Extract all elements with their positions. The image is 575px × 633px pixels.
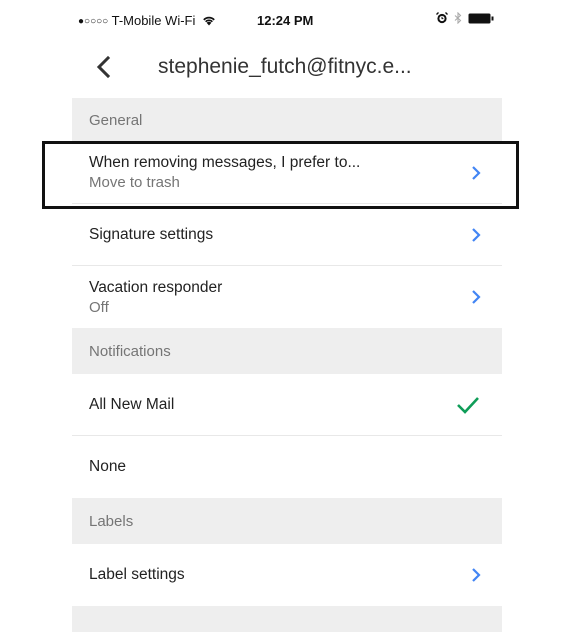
chevron-right-icon — [472, 227, 481, 242]
alarm-icon — [436, 12, 448, 24]
row-secondary-text: Move to trash — [89, 174, 180, 191]
row-secondary-text: Off — [89, 298, 109, 316]
chevron-right-icon — [472, 165, 481, 180]
section-header-general: General — [72, 98, 502, 142]
label-settings-row[interactable]: Label settings — [72, 544, 502, 606]
row-primary-text: All New Mail — [89, 395, 175, 413]
row-primary-text: None — [89, 458, 127, 475]
notification-option-none[interactable]: None — [72, 436, 502, 498]
signature-settings-row[interactable]: Signature settings — [72, 204, 502, 266]
wifi-icon — [203, 16, 215, 26]
checkmark-icon — [457, 396, 479, 414]
battery-icon — [468, 13, 494, 23]
removing-messages-setting[interactable]: When removing messages, I prefer to... M… — [72, 142, 502, 204]
vacation-responder-row[interactable]: Vacation responder Off — [72, 266, 502, 328]
section-footer — [72, 606, 502, 632]
chevron-right-icon — [472, 568, 481, 582]
section-header-notifications: Notifications — [72, 328, 502, 374]
notification-option-all-new-mail[interactable]: All New Mail — [72, 374, 502, 436]
bluetooth-icon — [454, 12, 462, 24]
page-title: stephenie_futch@fitnyc.e... — [158, 55, 412, 78]
row-primary-text: Vacation responder — [89, 278, 223, 296]
row-primary-text: Label settings — [89, 566, 185, 583]
status-bar: ●○○○○ T-Mobile Wi-Fi 12:24 PM — [72, 0, 502, 42]
settings-list: General When removing messages, I prefer… — [72, 98, 502, 632]
signal-strength: ●○○○○ — [78, 16, 109, 27]
back-arrow-icon[interactable] — [92, 54, 118, 80]
clock: 12:24 PM — [257, 13, 314, 28]
row-primary-text: Signature settings — [89, 225, 214, 243]
row-primary-text: When removing messages, I prefer to... — [89, 154, 361, 171]
chevron-right-icon — [472, 290, 481, 304]
status-icons — [436, 12, 494, 24]
section-header-labels: Labels — [72, 498, 502, 544]
carrier-info: ●○○○○ T-Mobile Wi-Fi — [78, 13, 216, 28]
app-header: stephenie_futch@fitnyc.e... — [72, 42, 502, 98]
carrier-name: T-Mobile Wi-Fi — [111, 13, 196, 28]
